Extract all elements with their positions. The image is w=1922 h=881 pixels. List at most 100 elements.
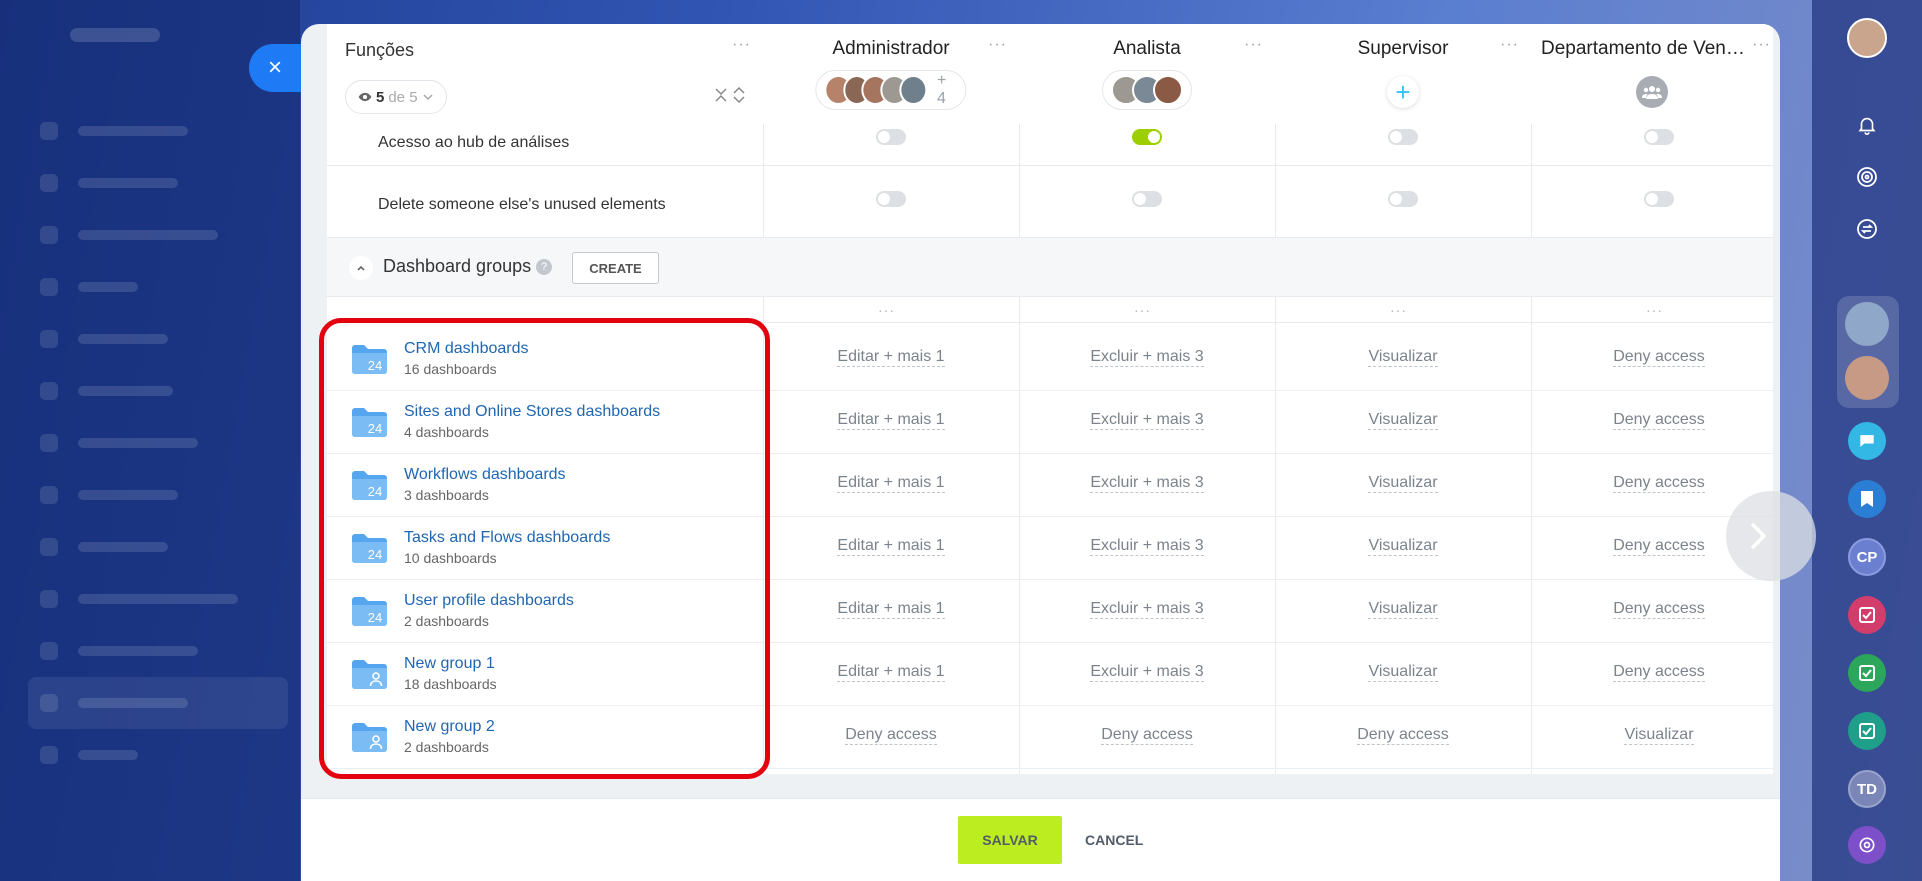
access-level-supervisor[interactable]: Visualizar xyxy=(1275,474,1531,493)
permission-toggle-analista[interactable] xyxy=(1132,129,1162,145)
rail-initials-td[interactable]: TD xyxy=(1848,770,1886,808)
access-level-analista[interactable]: Excluir + mais 3 xyxy=(1019,474,1275,493)
access-level-departamento[interactable]: Deny access xyxy=(1531,663,1773,682)
access-level-analista[interactable]: Excluir + mais 3 xyxy=(1019,600,1275,619)
permission-toggle-administrador[interactable] xyxy=(876,191,906,207)
access-level-supervisor[interactable]: Visualizar xyxy=(1275,600,1531,619)
access-level-label: Excluir + mais 3 xyxy=(1090,537,1204,556)
target-icon[interactable] xyxy=(1848,158,1886,196)
access-level-analista[interactable]: Excluir + mais 3 xyxy=(1019,537,1275,556)
role-menu-icon[interactable]: ··· xyxy=(1752,36,1771,54)
access-level-supervisor[interactable]: Visualizar xyxy=(1275,537,1531,556)
access-level-label: Deny access xyxy=(845,726,937,745)
access-level-departamento[interactable]: Deny access xyxy=(1531,600,1773,619)
header-role-administrador[interactable]: Administrador ··· + 4 xyxy=(763,24,1019,124)
access-level-administrador[interactable]: Deny access xyxy=(763,726,1019,745)
group-name-link[interactable]: Workflows dashboards xyxy=(404,466,566,484)
access-level-analista[interactable]: Excluir + mais 3 xyxy=(1019,411,1275,430)
group-dashboard-count: 2 dashboards xyxy=(404,739,489,755)
rail-contact-avatar-1[interactable] xyxy=(1845,302,1889,346)
access-level-supervisor[interactable]: Visualizar xyxy=(1275,411,1531,430)
permission-toggle-departamento[interactable] xyxy=(1644,191,1674,207)
group-name-link[interactable]: Sites and Online Stores dashboards xyxy=(404,403,660,421)
save-button[interactable]: SALVAR xyxy=(958,816,1062,864)
cancel-button[interactable]: CANCEL xyxy=(1073,816,1155,864)
access-level-analista[interactable]: Excluir + mais 3 xyxy=(1019,348,1275,367)
department-icon[interactable] xyxy=(1636,76,1668,108)
task-check-icon-2[interactable] xyxy=(1848,654,1886,692)
chevron-up-icon[interactable] xyxy=(349,256,373,280)
role-menu-icon[interactable]: ··· xyxy=(988,36,1007,54)
access-level-label: Visualizar xyxy=(1624,726,1694,745)
permission-toggle-administrador[interactable] xyxy=(876,129,906,145)
permission-toggle-analista[interactable] xyxy=(1132,191,1162,207)
column-menu-icon[interactable]: ··· xyxy=(1134,302,1151,318)
access-level-departamento[interactable]: Visualizar xyxy=(1531,726,1773,745)
dashboard-group-row: 24 Workflows dashboards 3 dashboards Editar… xyxy=(327,454,1773,517)
help-icon[interactable]: ? xyxy=(536,259,552,275)
access-level-administrador[interactable]: Editar + mais 1 xyxy=(763,663,1019,682)
task-check-icon-3[interactable] xyxy=(1848,712,1886,750)
rail-contact-avatar-2[interactable] xyxy=(1845,356,1889,400)
role-members-avatars[interactable] xyxy=(1102,70,1192,110)
header-role-departamento[interactable]: Departamento de Vendas ··· xyxy=(1531,24,1773,124)
row-divider xyxy=(327,322,1773,323)
access-level-label: Excluir + mais 3 xyxy=(1090,348,1204,367)
column-menu-icon[interactable]: ··· xyxy=(878,302,895,318)
access-level-departamento[interactable]: Deny access xyxy=(1531,348,1773,367)
access-level-supervisor[interactable]: Deny access xyxy=(1275,726,1531,745)
user-avatar[interactable] xyxy=(1847,18,1887,58)
group-name-link[interactable]: New group 2 xyxy=(404,718,495,736)
visible-roles-selector[interactable]: 5 de 5 xyxy=(345,80,447,114)
access-level-label: Visualizar xyxy=(1368,537,1438,556)
access-level-analista[interactable]: Excluir + mais 3 xyxy=(1019,663,1275,682)
create-group-button[interactable]: CREATE xyxy=(572,252,659,284)
header-role-supervisor[interactable]: Supervisor ··· + xyxy=(1275,24,1531,124)
access-level-administrador[interactable]: Editar + mais 1 xyxy=(763,348,1019,367)
header-role-analista[interactable]: Analista ··· xyxy=(1019,24,1275,124)
role-members-avatars[interactable]: + 4 xyxy=(815,70,967,110)
bell-icon[interactable] xyxy=(1848,106,1886,144)
scroll-right-arrow[interactable] xyxy=(1726,491,1816,581)
svg-text:24: 24 xyxy=(368,358,382,373)
access-level-administrador[interactable]: Editar + mais 1 xyxy=(763,474,1019,493)
access-level-administrador[interactable]: Editar + mais 1 xyxy=(763,600,1019,619)
access-level-departamento[interactable]: Deny access xyxy=(1531,474,1773,493)
access-level-label: Editar + mais 1 xyxy=(837,600,945,619)
collapse-expand-icon[interactable] xyxy=(713,86,747,107)
functions-menu-icon[interactable]: ··· xyxy=(732,36,751,54)
copilot-icon[interactable] xyxy=(1848,826,1886,864)
rail-initials-cp[interactable]: CP xyxy=(1848,538,1886,576)
add-member-button[interactable]: + xyxy=(1387,76,1419,108)
role-menu-icon[interactable]: ··· xyxy=(1244,36,1263,54)
column-menu-icon[interactable]: ··· xyxy=(1390,302,1407,318)
group-name-link[interactable]: Tasks and Flows dashboards xyxy=(404,529,610,547)
group-name-link[interactable]: User profile dashboards xyxy=(404,592,574,610)
access-level-supervisor[interactable]: Visualizar xyxy=(1275,663,1531,682)
access-level-administrador[interactable]: Editar + mais 1 xyxy=(763,537,1019,556)
avatar xyxy=(1153,75,1183,105)
bookmark-icon[interactable] xyxy=(1848,480,1886,518)
chevron-right-icon xyxy=(1751,523,1766,549)
access-level-analista[interactable]: Deny access xyxy=(1019,726,1275,745)
close-slider-button[interactable]: × xyxy=(249,44,301,92)
functions-label: Funções xyxy=(345,40,415,60)
chat-icon[interactable] xyxy=(1848,422,1886,460)
permission-toggle-supervisor[interactable] xyxy=(1388,191,1418,207)
permission-toggle-supervisor[interactable] xyxy=(1388,129,1418,145)
access-level-supervisor[interactable]: Visualizar xyxy=(1275,348,1531,367)
permission-toggle-departamento[interactable] xyxy=(1644,129,1674,145)
group-name-link[interactable]: CRM dashboards xyxy=(404,340,529,358)
group-dashboard-count: 16 dashboards xyxy=(404,361,497,377)
access-level-departamento[interactable]: Deny access xyxy=(1531,411,1773,430)
more-members-count: + 4 xyxy=(937,72,947,107)
dashboard-group-row: New group 2 2 dashboards Deny access Deny a… xyxy=(327,706,1773,769)
access-level-label: Editar + mais 1 xyxy=(837,348,945,367)
avatar xyxy=(899,75,927,105)
access-level-administrador[interactable]: Editar + mais 1 xyxy=(763,411,1019,430)
role-menu-icon[interactable]: ··· xyxy=(1500,36,1519,54)
group-name-link[interactable]: New group 1 xyxy=(404,655,495,673)
task-check-icon-1[interactable] xyxy=(1848,596,1886,634)
sync-icon[interactable] xyxy=(1848,210,1886,248)
column-menu-icon[interactable]: ··· xyxy=(1646,302,1663,318)
